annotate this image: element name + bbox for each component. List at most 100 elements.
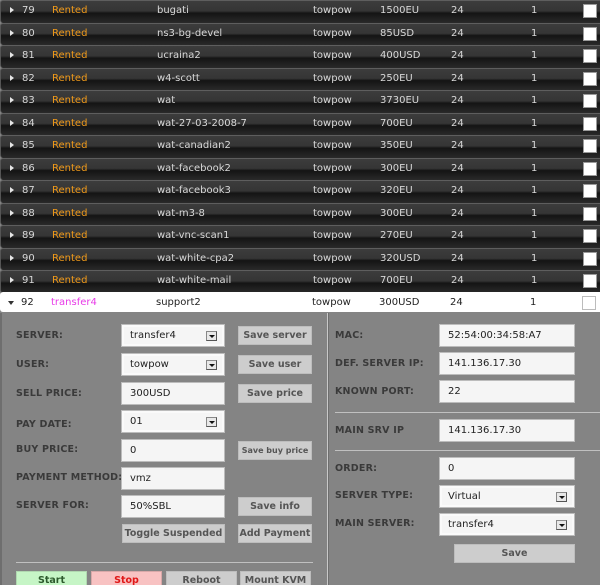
server-row[interactable]: 90 Rented wat-white-cpa2 towpow 320USD 24 1 bbox=[0, 247, 600, 270]
def-server-ip-input[interactable]: 141.136.17.30 bbox=[439, 352, 575, 375]
row-checkbox[interactable] bbox=[583, 4, 597, 18]
save-info-button[interactable]: Save info bbox=[238, 497, 312, 516]
main-server-label: MAIN SERVER: bbox=[335, 518, 415, 529]
server-list: 79 Rented bugati towpow 1500EU 24 1 80 Rented ns3… bbox=[0, 0, 600, 293]
row-name: ns3-bg-devel bbox=[157, 27, 223, 39]
dropdown-arrow-icon bbox=[206, 360, 217, 370]
server-row[interactable]: 87 Rented wat-facebook3 towpow 320EU 24 1 bbox=[0, 180, 600, 203]
expand-arrow-icon[interactable] bbox=[10, 119, 14, 126]
main-srv-ip-input[interactable]: 141.136.17.30 bbox=[439, 419, 575, 442]
pay-date-select[interactable]: 01 bbox=[121, 410, 225, 433]
dropdown-arrow-icon bbox=[556, 520, 567, 530]
user-select-value: towpow bbox=[130, 359, 169, 370]
row-hours: 24 bbox=[451, 207, 464, 219]
payment-method-input[interactable]: vmz bbox=[121, 467, 225, 490]
row-user: towpow bbox=[313, 230, 352, 241]
expand-arrow-icon[interactable] bbox=[10, 29, 14, 36]
row-status: Rented bbox=[52, 162, 88, 174]
expand-arrow-icon[interactable] bbox=[10, 277, 14, 283]
server-row[interactable]: 80 Rented ns3-bg-devel towpow 85USD 24 1 bbox=[0, 22, 600, 45]
row-status: Rented bbox=[52, 140, 88, 151]
stop-button[interactable]: Stop bbox=[91, 571, 162, 585]
start-button[interactable]: Start bbox=[16, 571, 87, 585]
expand-arrow-icon[interactable] bbox=[10, 232, 14, 238]
main-server-select[interactable]: transfer4 bbox=[439, 513, 575, 536]
mount-kvm-button[interactable]: Mount KVM bbox=[240, 571, 311, 585]
expand-arrow-icon[interactable] bbox=[10, 74, 14, 81]
dropdown-arrow-icon bbox=[206, 331, 217, 341]
row-name: wat-vnc-scan1 bbox=[157, 230, 230, 241]
row-id: 80 bbox=[22, 27, 35, 39]
expand-arrow-icon[interactable] bbox=[10, 7, 14, 13]
row-price: 1500EU bbox=[380, 5, 420, 16]
row-status: Rented bbox=[52, 50, 88, 61]
mac-input[interactable]: 52:54:00:34:58:A7 bbox=[439, 324, 575, 347]
server-type-select[interactable]: Virtual bbox=[439, 485, 575, 508]
server-row[interactable]: 82 Rented w4-scott towpow 250EU 24 1 bbox=[0, 67, 600, 90]
row-checkbox[interactable] bbox=[583, 161, 597, 176]
expand-arrow-icon[interactable] bbox=[10, 97, 14, 103]
user-select[interactable]: towpow bbox=[121, 353, 225, 376]
row-checkbox[interactable] bbox=[583, 49, 597, 63]
buy-price-input[interactable]: 0 bbox=[121, 439, 225, 462]
row-checkbox[interactable] bbox=[583, 71, 597, 86]
reboot-button[interactable]: Reboot bbox=[166, 571, 237, 585]
server-row[interactable]: 88 Rented wat-m3-8 towpow 300EU 24 1 bbox=[0, 202, 600, 225]
server-row[interactable]: 85 Rented wat-canadian2 towpow 350EU 24 1 bbox=[0, 135, 600, 158]
server-row[interactable]: 91 Rented wat-white-mail towpow 700EU 24 1 bbox=[0, 270, 600, 293]
row-checkbox[interactable] bbox=[583, 229, 597, 243]
row-checkbox[interactable] bbox=[583, 116, 597, 131]
row-checkbox[interactable] bbox=[583, 26, 597, 41]
row-user: towpow bbox=[313, 252, 352, 264]
row-status: Rented bbox=[52, 27, 88, 39]
row-checkbox[interactable] bbox=[583, 94, 597, 108]
row-id: 84 bbox=[22, 117, 35, 129]
add-payment-button[interactable]: Add Payment bbox=[238, 524, 312, 543]
row-status: Rented bbox=[52, 185, 88, 196]
row-hours: 24 bbox=[451, 252, 464, 264]
row-checkbox[interactable] bbox=[582, 296, 596, 310]
row-hours: 24 bbox=[451, 117, 464, 129]
save-buy-price-button[interactable]: Save buy price bbox=[238, 441, 312, 460]
expand-arrow-icon[interactable] bbox=[10, 164, 14, 171]
row-id: 85 bbox=[22, 140, 35, 151]
server-row[interactable]: 83 Rented wat towpow 3730EU 24 1 bbox=[0, 90, 600, 113]
row-count: 1 bbox=[531, 140, 538, 151]
expand-arrow-icon[interactable] bbox=[10, 254, 14, 261]
row-user: towpow bbox=[312, 297, 351, 308]
sell-price-input[interactable]: 300USD bbox=[121, 382, 225, 405]
server-for-input[interactable]: 50%SBL bbox=[121, 495, 225, 518]
expand-arrow-icon[interactable] bbox=[10, 52, 14, 58]
row-checkbox[interactable] bbox=[583, 274, 597, 288]
row-checkbox[interactable] bbox=[583, 184, 597, 198]
toggle-suspended-button[interactable]: Toggle Suspended bbox=[122, 524, 225, 543]
expand-arrow-icon[interactable] bbox=[10, 187, 14, 193]
expand-arrow-icon[interactable] bbox=[10, 142, 14, 148]
save-server-button[interactable]: Save server bbox=[238, 326, 312, 345]
server-row[interactable]: 84 Rented wat-27-03-2008-7 towpow 700EU 24 1 bbox=[0, 112, 600, 135]
collapse-arrow-icon[interactable] bbox=[8, 301, 14, 305]
expand-arrow-icon[interactable] bbox=[10, 209, 14, 216]
row-checkbox[interactable] bbox=[583, 206, 597, 221]
pay-date-label: PAY DATE: bbox=[16, 419, 72, 430]
row-id: 89 bbox=[22, 230, 35, 241]
row-hours: 24 bbox=[451, 185, 464, 196]
server-row[interactable]: 86 Rented wat-facebook2 towpow 300EU 24 1 bbox=[0, 157, 600, 180]
server-select[interactable]: transfer4 bbox=[121, 324, 225, 347]
save-user-button[interactable]: Save user bbox=[238, 355, 312, 374]
row-user: towpow bbox=[313, 185, 352, 196]
row-checkbox[interactable] bbox=[583, 251, 597, 266]
order-input[interactable]: 0 bbox=[439, 457, 575, 480]
server-row[interactable]: 79 Rented bugati towpow 1500EU 24 1 bbox=[0, 0, 600, 23]
server-row[interactable]: 81 Rented ucraina2 towpow 400USD 24 1 bbox=[0, 45, 600, 68]
server-row-expanded[interactable]: 92 transfer4 support2 towpow 300USD 24 1 bbox=[0, 292, 600, 312]
save-price-button[interactable]: Save price bbox=[238, 384, 312, 403]
dropdown-arrow-icon bbox=[206, 417, 217, 427]
row-checkbox[interactable] bbox=[583, 139, 597, 153]
server-row[interactable]: 89 Rented wat-vnc-scan1 towpow 270EU 24 1 bbox=[0, 225, 600, 248]
row-id: 90 bbox=[22, 252, 35, 264]
known-port-input[interactable]: 22 bbox=[439, 380, 575, 403]
save-button[interactable]: Save bbox=[454, 544, 575, 563]
row-status: Rented bbox=[52, 230, 88, 241]
row-id: 88 bbox=[22, 207, 35, 219]
